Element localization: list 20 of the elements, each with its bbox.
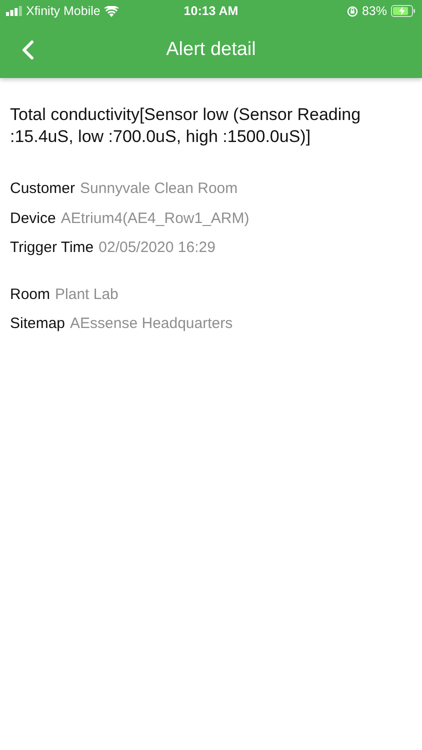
- field-label: Customer: [10, 180, 76, 198]
- field-value: Sunnyvale Clean Room: [80, 180, 238, 198]
- field-value: AEtrium4(AE4_Row1_ARM): [60, 210, 250, 227]
- rotation-lock-icon: [346, 6, 358, 16]
- field-value: Plant Lab: [55, 286, 118, 303]
- field-value: 02/05/2020 16:29: [98, 239, 216, 256]
- back-chevron-icon: [22, 40, 34, 60]
- field-label: Device: [10, 210, 56, 227]
- carrier-name: Xfinity Mobile: [26, 4, 100, 18]
- battery-percent: 83%: [362, 4, 387, 18]
- status-time: 10:13 AM: [184, 4, 238, 18]
- alert-message: Total conductivity[Sensor low (Sensor Reading :15.4uS, low :700.0uS, high :1500.0uS)]: [10, 104, 362, 148]
- field-value: AEssense Headquarters: [70, 315, 233, 332]
- field-label: Trigger Time: [10, 239, 94, 256]
- signal-icon: [6, 6, 22, 16]
- wifi-icon: [104, 6, 120, 16]
- field-label: Sitemap: [10, 315, 66, 332]
- battery-charging-icon: [391, 5, 416, 17]
- field-label: Room: [10, 286, 50, 303]
- screen-title: Alert detail: [166, 39, 256, 61]
